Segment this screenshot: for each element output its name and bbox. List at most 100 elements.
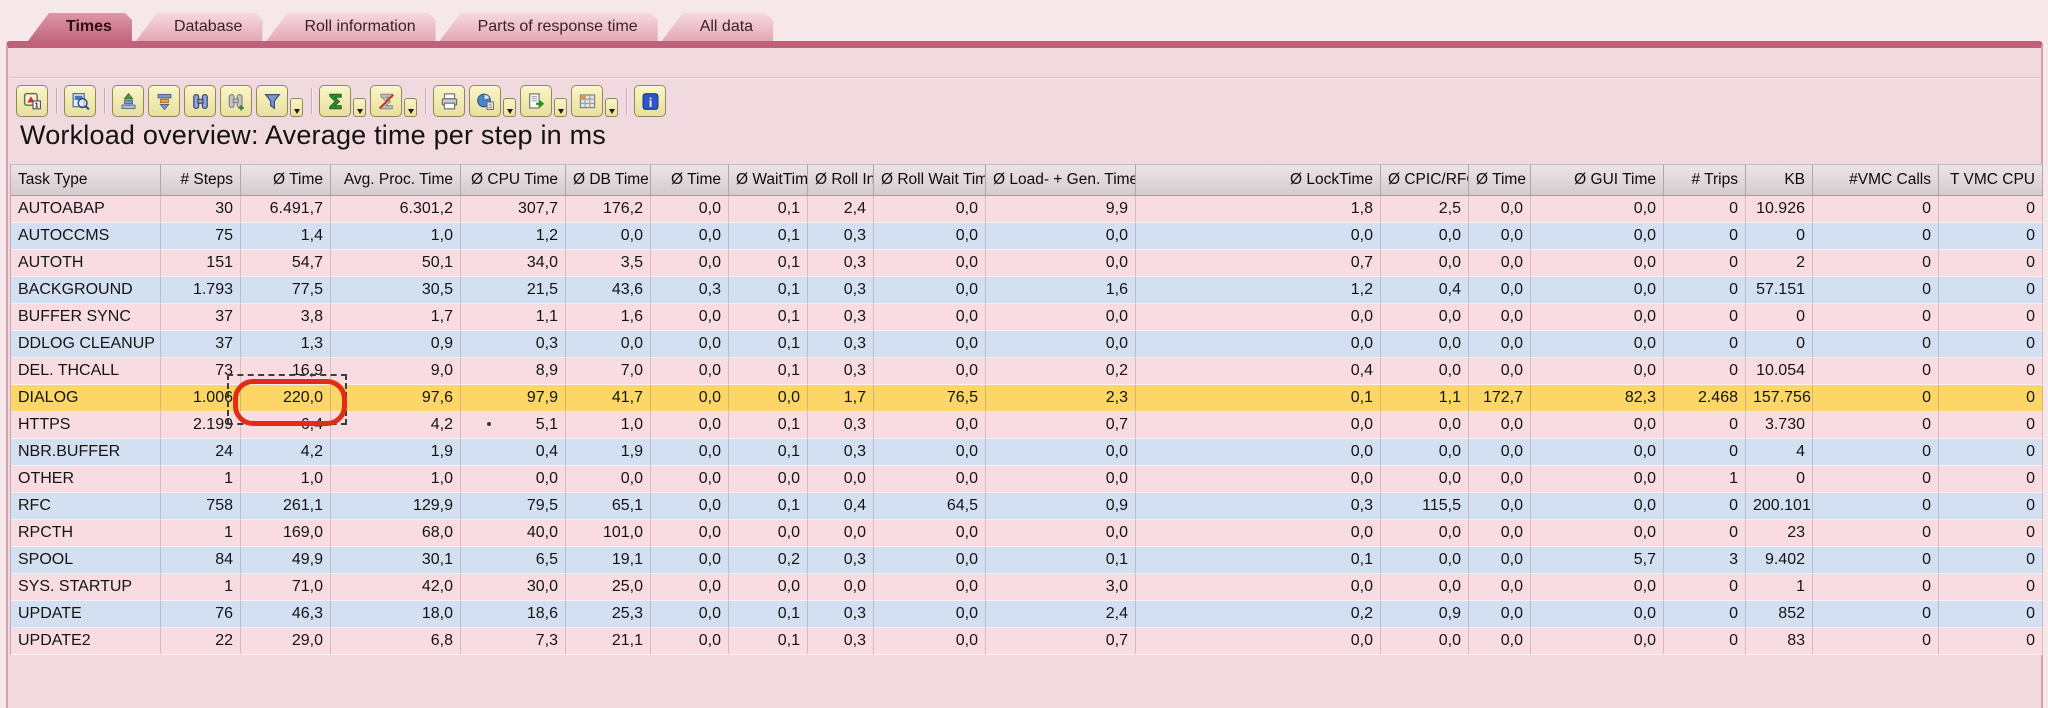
table-cell[interactable]: 0,1 xyxy=(986,547,1136,574)
table-cell[interactable]: 0,3 xyxy=(808,358,874,385)
table-cell[interactable]: 0,0 xyxy=(1531,574,1664,601)
table-cell[interactable]: 0,0 xyxy=(1381,466,1469,493)
table-cell[interactable]: 2,4 xyxy=(986,601,1136,628)
filter-dropdown-arrow[interactable] xyxy=(290,98,303,117)
table-cell[interactable]: 21,1 xyxy=(566,628,651,655)
table-cell[interactable]: 0,0 xyxy=(874,223,986,250)
table-cell[interactable]: 0,0 xyxy=(808,466,874,493)
column-header-time[interactable]: Ø Time xyxy=(241,164,331,196)
table-cell[interactable]: 0,0 xyxy=(729,574,808,601)
table-cell[interactable]: 77,5 xyxy=(241,277,331,304)
column-header-time[interactable]: Ø Time xyxy=(651,164,729,196)
table-cell[interactable]: 0,0 xyxy=(874,358,986,385)
table-cell[interactable]: 0 xyxy=(1939,520,2043,547)
table-cell[interactable]: 3 xyxy=(1664,547,1746,574)
table-cell[interactable]: 41,7 xyxy=(566,385,651,412)
find-next-button[interactable] xyxy=(220,85,252,117)
task-type-cell[interactable]: HTTPS xyxy=(11,412,161,439)
table-cell[interactable]: 0,1 xyxy=(1136,547,1381,574)
table-cell[interactable]: 0,0 xyxy=(874,601,986,628)
table-cell[interactable]: 0,0 xyxy=(1469,223,1531,250)
table-cell[interactable]: 2.468 xyxy=(1664,385,1746,412)
table-cell[interactable]: 10.926 xyxy=(1746,196,1813,223)
column-header-load-gen-time[interactable]: Ø Load- + Gen. Time xyxy=(986,164,1136,196)
sum-button[interactable] xyxy=(319,85,351,117)
table-cell[interactable]: 0,0 xyxy=(1381,223,1469,250)
table-cell[interactable]: 0 xyxy=(1813,547,1939,574)
table-cell[interactable]: 0 xyxy=(1939,385,2043,412)
table-cell[interactable]: 0 xyxy=(1813,223,1939,250)
table-cell[interactable]: 0,0 xyxy=(1531,601,1664,628)
table-cell[interactable]: 6,5 xyxy=(461,547,566,574)
table-cell[interactable]: 0 xyxy=(1939,466,2043,493)
table-cell[interactable]: 0 xyxy=(1939,574,2043,601)
table-cell[interactable]: 0,3 xyxy=(808,277,874,304)
table-cell[interactable]: 75 xyxy=(161,223,241,250)
table-cell[interactable]: 0,0 xyxy=(874,304,986,331)
table-cell[interactable]: 0 xyxy=(1939,304,2043,331)
table-cell[interactable]: 0 xyxy=(1813,304,1939,331)
table-cell[interactable]: 6,8 xyxy=(331,628,461,655)
table-cell[interactable]: 1,6 xyxy=(986,277,1136,304)
table-cell[interactable]: 0,7 xyxy=(986,412,1136,439)
table-cell[interactable]: 0,1 xyxy=(729,331,808,358)
table-cell[interactable]: 4,2 xyxy=(241,439,331,466)
table-cell[interactable]: 176,2 xyxy=(566,196,651,223)
column-header-task-type[interactable]: Task Type xyxy=(11,164,161,196)
table-cell[interactable]: 0,0 xyxy=(1469,250,1531,277)
table-cell[interactable]: 1,9 xyxy=(331,439,461,466)
table-cell[interactable]: 0,0 xyxy=(1381,331,1469,358)
task-type-cell[interactable]: DDLOG CLEANUP xyxy=(11,331,161,358)
table-cell[interactable]: 0,0 xyxy=(1136,304,1381,331)
table-cell[interactable]: 0 xyxy=(1939,331,2043,358)
table-cell[interactable]: 34,0 xyxy=(461,250,566,277)
table-cell[interactable]: 1,2 xyxy=(461,223,566,250)
table-cell[interactable]: 9,0 xyxy=(331,358,461,385)
table-cell[interactable]: 0,0 xyxy=(1531,331,1664,358)
table-cell[interactable]: 0,1 xyxy=(729,493,808,520)
table-cell[interactable]: 0,3 xyxy=(1136,493,1381,520)
column-header-db-time[interactable]: Ø DB Time xyxy=(566,164,651,196)
table-cell[interactable]: 0,0 xyxy=(729,466,808,493)
table-cell[interactable]: 0,9 xyxy=(1381,601,1469,628)
column-header-steps[interactable]: # Steps xyxy=(161,164,241,196)
table-cell[interactable]: 0,0 xyxy=(986,304,1136,331)
table-cell[interactable]: 0,0 xyxy=(1136,439,1381,466)
table-cell[interactable]: 0,0 xyxy=(1381,250,1469,277)
table-cell[interactable]: 0,0 xyxy=(729,385,808,412)
table-cell[interactable]: 0 xyxy=(1813,601,1939,628)
choose-layout-dropdown-arrow[interactable] xyxy=(605,98,618,117)
table-cell[interactable]: 0,0 xyxy=(1136,331,1381,358)
table-cell[interactable]: 0 xyxy=(1664,493,1746,520)
export-dropdown-arrow[interactable] xyxy=(554,98,567,117)
sum-dropdown-arrow[interactable] xyxy=(353,98,366,117)
table-cell[interactable]: 0 xyxy=(1939,493,2043,520)
table-cell[interactable]: 0,0 xyxy=(651,547,729,574)
task-type-cell[interactable]: DIALOG xyxy=(11,385,161,412)
table-cell[interactable]: 0 xyxy=(1664,628,1746,655)
column-header-trips[interactable]: # Trips xyxy=(1664,164,1746,196)
table-cell[interactable]: 19,1 xyxy=(566,547,651,574)
table-cell[interactable]: 0 xyxy=(1813,520,1939,547)
table-cell[interactable]: 0,0 xyxy=(566,223,651,250)
table-cell[interactable]: 30,5 xyxy=(331,277,461,304)
table-cell[interactable]: 1,4 xyxy=(241,223,331,250)
table-cell[interactable]: 0,3 xyxy=(461,331,566,358)
table-cell[interactable]: 0,0 xyxy=(1531,628,1664,655)
table-cell[interactable]: 169,0 xyxy=(241,520,331,547)
table-cell[interactable]: 7,0 xyxy=(566,358,651,385)
column-header-roll-in[interactable]: Ø Roll In~ xyxy=(808,164,874,196)
table-cell[interactable]: 49,9 xyxy=(241,547,331,574)
table-cell[interactable]: 3,0 xyxy=(986,574,1136,601)
table-cell[interactable]: 261,1 xyxy=(241,493,331,520)
table-cell[interactable]: 1.793 xyxy=(161,277,241,304)
table-cell[interactable]: 6.491,7 xyxy=(241,196,331,223)
table-cell[interactable]: 0 xyxy=(1939,439,2043,466)
table-cell[interactable]: 46,3 xyxy=(241,601,331,628)
table-cell[interactable]: 83 xyxy=(1746,628,1813,655)
table-cell[interactable]: 0,0 xyxy=(1136,520,1381,547)
table-cell[interactable]: 5,1 xyxy=(461,412,566,439)
table-cell[interactable]: 1 xyxy=(161,574,241,601)
table-cell[interactable]: 18,6 xyxy=(461,601,566,628)
table-cell[interactable]: 0,0 xyxy=(1381,520,1469,547)
